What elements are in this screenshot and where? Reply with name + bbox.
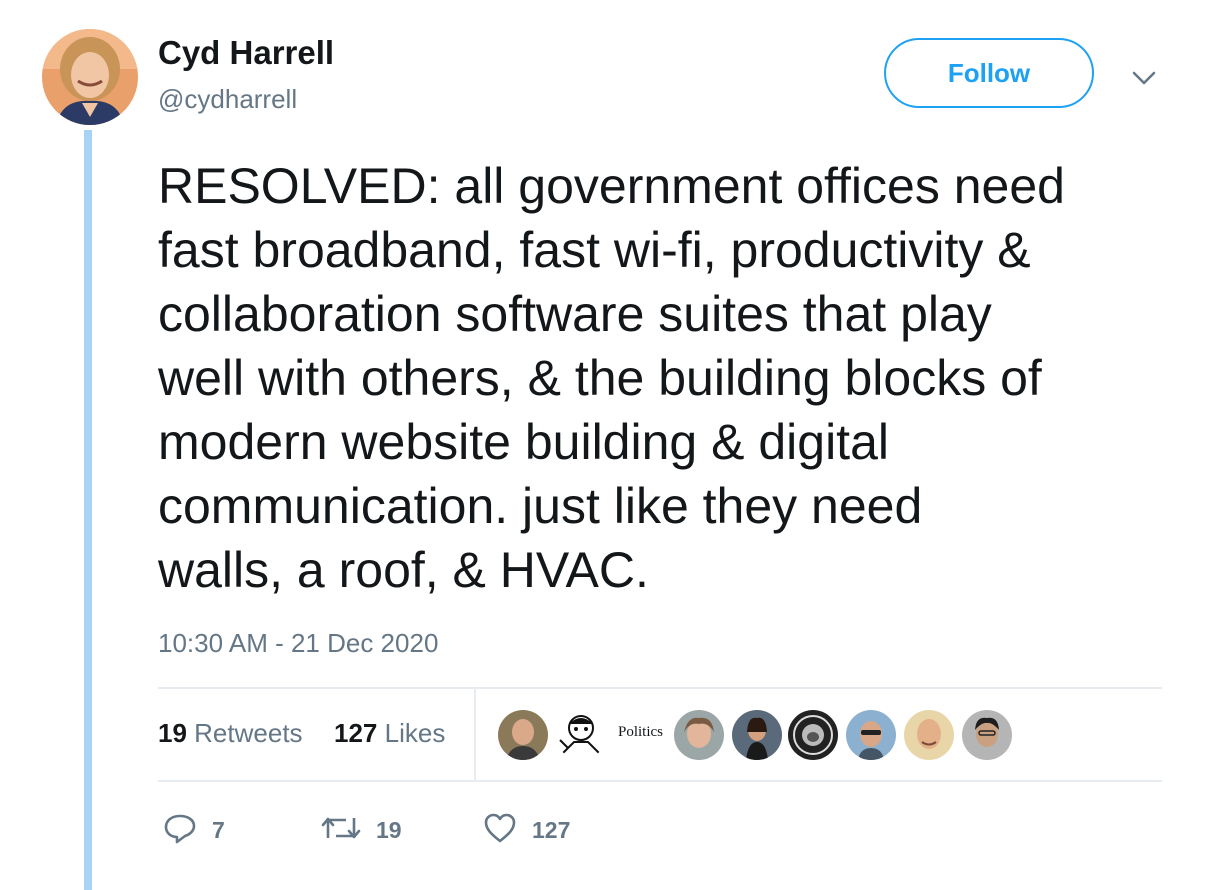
likes-stat[interactable]: 127 Likes [334, 718, 445, 749]
retweets-stat[interactable]: 19 Retweets [158, 718, 303, 749]
liker-avatar[interactable] [732, 710, 782, 760]
retweets-stat-count: 19 [158, 718, 187, 748]
stats-vertical-divider [474, 688, 476, 780]
likes-stat-count: 127 [334, 718, 378, 748]
liker-avatar[interactable] [556, 710, 606, 760]
author-avatar[interactable] [42, 29, 138, 125]
author-avatar-image [42, 29, 138, 125]
follow-button[interactable]: Follow [884, 38, 1094, 108]
liker-politics-badge[interactable]: Politics [618, 724, 663, 741]
stats-top-divider [158, 687, 1162, 689]
reply-count: 7 [212, 816, 225, 843]
liker-avatar[interactable] [962, 710, 1012, 760]
liker-avatar[interactable] [846, 710, 896, 760]
tweet-timestamp[interactable]: 10:30 AM - 21 Dec 2020 [158, 628, 438, 659]
author-display-name[interactable]: Cyd Harrell [158, 34, 334, 72]
liker-avatar[interactable] [498, 710, 548, 760]
heart-icon [482, 810, 518, 851]
likes-stat-label: Likes [384, 718, 446, 748]
retweets-stat-label: Retweets [194, 718, 303, 748]
retweet-action[interactable]: 19 [320, 810, 402, 850]
reply-icon [162, 810, 198, 851]
retweet-icon [320, 810, 362, 851]
liker-avatar[interactable] [674, 710, 724, 760]
liker-avatar[interactable] [788, 710, 838, 760]
liker-avatar[interactable] [904, 710, 954, 760]
like-action[interactable]: 127 [482, 810, 570, 850]
like-count: 127 [532, 816, 571, 843]
retweet-count: 19 [376, 816, 402, 843]
reply-action[interactable]: 7 [162, 810, 225, 850]
tweet-text: RESOLVED: all government offices need fa… [158, 158, 1065, 598]
thread-line [84, 130, 92, 890]
author-handle[interactable]: @cydharrell [158, 84, 297, 115]
chevron-down-icon[interactable] [1128, 62, 1160, 94]
stats-bottom-divider [158, 780, 1162, 782]
